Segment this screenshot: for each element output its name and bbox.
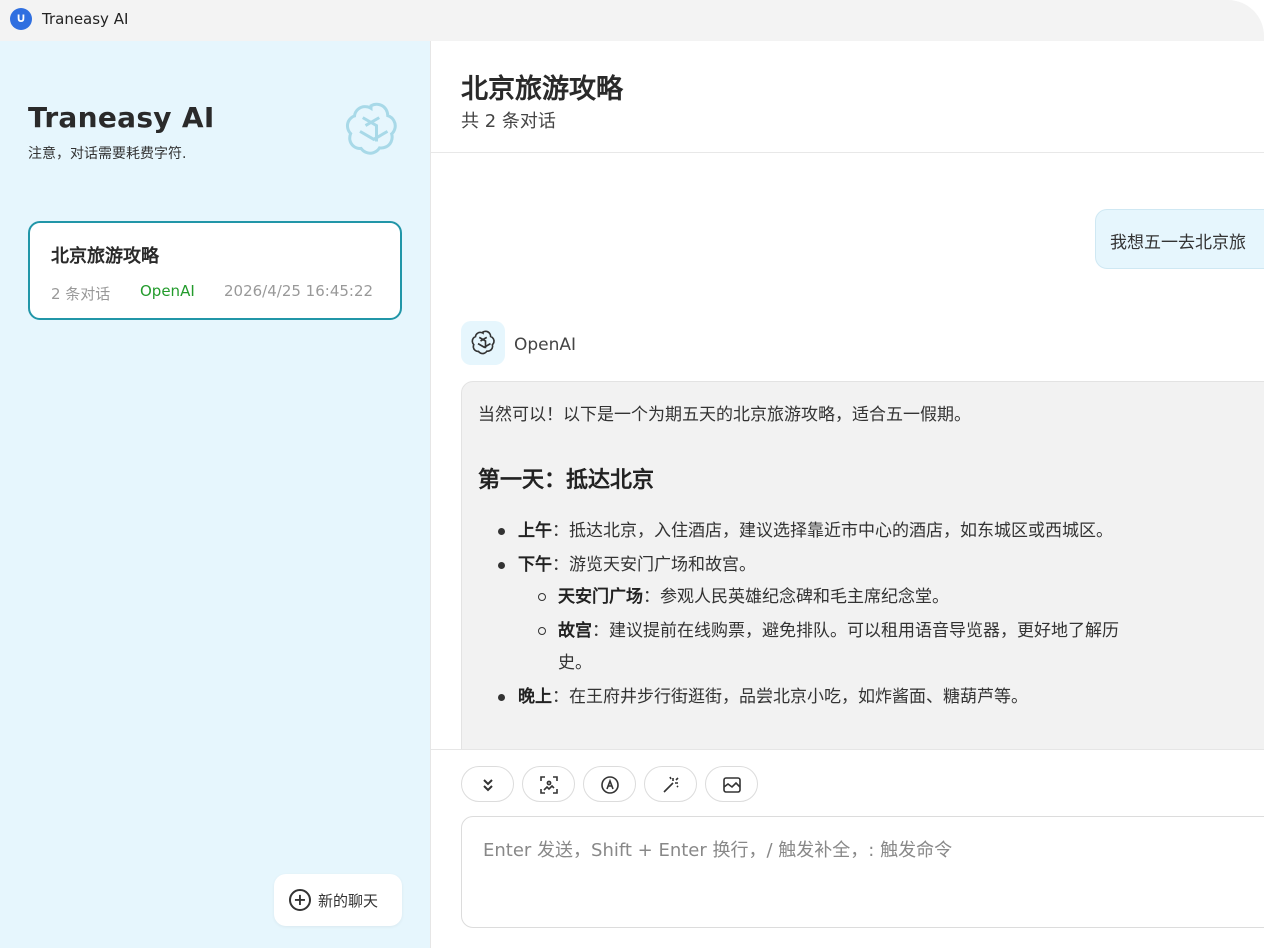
conversation-item[interactable]: 北京旅游攻略 2 条对话 OpenAI 2026/4/25 16:45:22 (28, 221, 402, 320)
message-input-box[interactable] (461, 816, 1264, 928)
translate-button[interactable] (583, 766, 636, 802)
openai-logo-icon (345, 102, 397, 155)
list-item: 下午：游览天安门广场和故宫。 (518, 555, 756, 575)
chat-subtitle: 共 2 条对话 (461, 111, 556, 132)
bullet (498, 562, 505, 569)
window-title: Traneasy AI (42, 10, 129, 28)
composer (431, 749, 1264, 948)
new-chat-label: 新的聊天 (318, 892, 379, 910)
message-input[interactable] (463, 818, 1264, 926)
screenshot-button[interactable] (522, 766, 575, 802)
list-item: 晚上：在王府井步行街逛街，品尝北京小吃，如炸酱面、糖葫芦等。 (518, 687, 1028, 707)
sub-bullet (538, 627, 546, 635)
bot-intro-text: 当然可以！以下是一个为期五天的北京旅游攻略，适合五一假期。 (478, 405, 971, 425)
app-window: ∪ Traneasy AI Traneasy AI 注意，对话需要耗费字符. 北… (0, 0, 1264, 948)
list-item: 故宫：建议提前在线购票，避免排队。可以租用语音导览器，更好地了解历 (558, 621, 1119, 641)
chat-panel: 北京旅游攻略 共 2 条对话 我想五一去北京旅 OpenAI 当然可以！以下是一… (430, 41, 1264, 948)
app-logo-icon: ∪ (10, 8, 32, 30)
image-icon (723, 777, 741, 793)
chat-header: 北京旅游攻略 共 2 条对话 (431, 41, 1264, 153)
list-item-continuation: 史。 (558, 653, 592, 673)
scroll-bottom-button[interactable] (461, 766, 514, 802)
conversation-title: 北京旅游攻略 (51, 246, 159, 267)
sidebar: Traneasy AI 注意，对话需要耗费字符. 北京旅游攻略 2 条对话 Op… (0, 41, 430, 948)
brand-subtitle: 注意，对话需要耗费字符. (28, 146, 187, 162)
list-item: 上午：抵达北京，入住酒店，建议选择靠近市中心的酒店，如东城区或西城区。 (518, 521, 1113, 541)
user-message[interactable]: 我想五一去北京旅 (1095, 209, 1264, 269)
new-chat-button[interactable]: + 新的聊天 (274, 874, 402, 926)
plus-circle-icon: + (289, 889, 311, 911)
translate-icon (601, 776, 619, 794)
conversation-count: 2 条对话 (51, 285, 111, 303)
user-message-text: 我想五一去北京旅 (1110, 233, 1246, 253)
day-heading: 第一天：抵达北京 (478, 468, 655, 493)
title-bar: ∪ Traneasy AI (0, 0, 1264, 41)
bot-message[interactable]: 当然可以！以下是一个为期五天的北京旅游攻略，适合五一假期。 第一天：抵达北京 上… (461, 381, 1264, 761)
bullet (498, 694, 505, 701)
bullet (498, 528, 505, 535)
sub-bullet (538, 593, 546, 601)
magic-button[interactable] (644, 766, 697, 802)
brand-title: Traneasy AI (28, 101, 215, 134)
bot-avatar (461, 321, 505, 365)
image-scan-icon (540, 776, 558, 794)
chevrons-down-icon (483, 779, 493, 792)
chat-title: 北京旅游攻略 (461, 74, 623, 105)
list-item: 天安门广场：参观人民英雄纪念碑和毛主席纪念堂。 (558, 587, 949, 607)
image-button[interactable] (705, 766, 758, 802)
conversation-timestamp: 2026/4/25 16:45:22 (224, 282, 374, 300)
magic-wand-icon (663, 776, 679, 793)
bot-name: OpenAI (514, 335, 577, 355)
openai-logo-icon (471, 330, 495, 355)
conversation-model: OpenAI (140, 282, 195, 300)
